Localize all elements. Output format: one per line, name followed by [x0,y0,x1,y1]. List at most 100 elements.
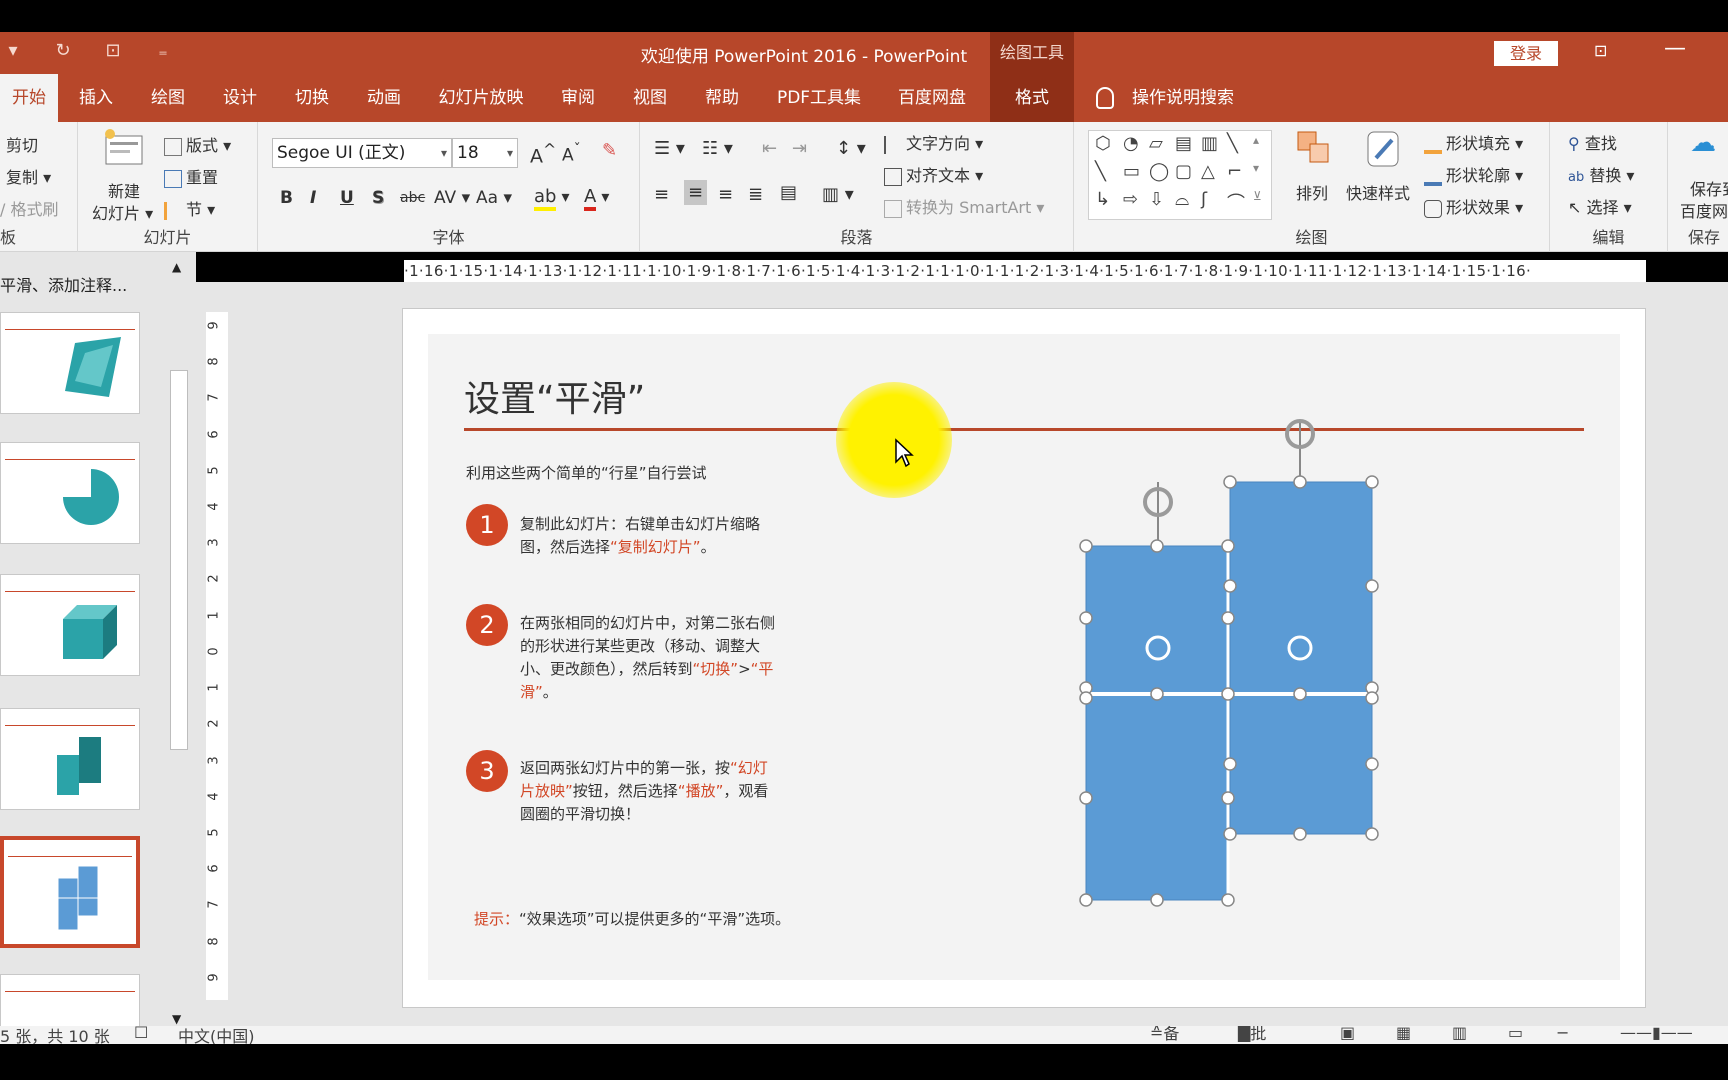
normal-view-icon[interactable]: ▣ [1340,1026,1355,1042]
slide-thumbnail-current[interactable] [0,836,140,948]
italic-button[interactable]: I [310,188,316,208]
change-case-button[interactable]: Aa ▾ [476,188,512,208]
underline-button[interactable]: U [340,188,354,208]
replace-button[interactable]: ab 替换 ▾ [1568,162,1634,186]
highlight-color-button[interactable]: ab ▾ [534,186,570,211]
blue-rectangle-shape[interactable] [1085,693,1229,901]
increase-font-size-button[interactable]: A^ [530,140,556,167]
save-to-baidu-label-2[interactable]: 百度网 [1680,198,1728,222]
convert-smartart-button[interactable]: 转换为 SmartArt ▾ [884,194,1044,218]
slide-sorter-icon[interactable]: ▦ [1396,1026,1411,1042]
text-direction-button[interactable]: 文字方向 ▾ [884,130,983,154]
tab-view[interactable]: 视图 [618,74,682,122]
tab-pdf-tools[interactable]: PDF工具集 [766,74,872,122]
right-arrow-shape-icon[interactable]: ⇨ [1123,189,1138,210]
find-button[interactable]: ⚲ 查找 [1568,130,1617,154]
tab-insert[interactable]: 插入 [64,74,128,122]
tell-me-search[interactable]: 操作说明搜索 [1096,74,1234,122]
shape-effects-button[interactable]: 形状效果 ▾ [1424,194,1523,218]
tab-baidu-netdisk[interactable]: 百度网盘 [884,74,980,122]
align-left-button[interactable]: ≡ [654,184,669,205]
sign-in-button[interactable]: 登录 [1494,41,1558,66]
rounded-rectangle-shape-icon[interactable]: ▢ [1175,161,1192,182]
rotation-handle-icon[interactable] [1143,482,1173,546]
shapes-gallery[interactable]: ⬡ ◔ ▱ ▤ ▥ ╲ ╲ ▭ ◯ ▢ △ ⌐ ↳ ⇨ ⇩ ⌓ ʃ ⌒ ▴ ▾ … [1088,130,1272,220]
layout-button[interactable]: 版式 ▾ [164,132,231,156]
arc-shape-icon[interactable]: ◔ [1123,133,1139,154]
freeform-shape-icon[interactable]: ⌓ [1175,189,1189,210]
ribbon-display-options-icon[interactable]: ⊡ [1594,41,1607,60]
line-spacing-button[interactable]: ↕ ▾ [836,138,866,159]
shadow-button[interactable]: S [372,188,384,208]
tab-home[interactable]: 开始 [0,74,58,122]
tab-design[interactable]: 设计 [208,74,272,122]
distributed-button[interactable]: ▤ [780,182,797,203]
strikethrough-button[interactable]: abc [400,190,425,206]
language-indicator[interactable]: 中文(中国) [178,1026,255,1044]
decrease-indent-button[interactable]: ⇤ [762,138,777,159]
curve-shape-icon[interactable]: ⌒ [1227,189,1245,215]
line-shape-icon[interactable]: ╲ [1227,133,1238,154]
scrollbar-thumb[interactable] [170,370,188,750]
align-text-button[interactable]: 对齐文本 ▾ [884,162,983,186]
thumbnail-scrollbar[interactable]: ▲ ▼ [168,260,190,1026]
bullets-button[interactable]: ☰ ▾ [654,138,685,159]
columns-button[interactable]: ▥ ▾ [822,184,854,205]
tab-animations[interactable]: 动画 [352,74,416,122]
tab-review[interactable]: 审阅 [546,74,610,122]
tab-help[interactable]: 帮助 [690,74,754,122]
reading-view-icon[interactable]: ▥ [1452,1026,1467,1042]
bold-button[interactable]: B [280,188,293,208]
notes-button[interactable]: ≙ 备注 [1150,1026,1179,1043]
section-button[interactable]: 节 ▾ [164,196,215,220]
arrange-icon[interactable] [1294,128,1334,172]
justify-button[interactable]: ≣ [748,184,763,205]
slide-subtitle[interactable]: 利用这些两个简单的“行星”自行尝试 [466,462,707,483]
align-right-button[interactable]: ≡ [718,184,733,205]
section-title[interactable]: 平滑、添加注释... [0,272,127,296]
baidu-cloud-icon[interactable]: ☁ [1690,128,1716,158]
copy-button[interactable]: 复制 ▾ [6,164,51,188]
align-center-button[interactable]: ≡ [684,180,708,205]
tab-format[interactable]: 格式 [990,74,1074,122]
selected-shapes-group[interactable] [1070,416,1380,916]
down-arrow-shape-icon[interactable]: ⇩ [1149,189,1164,210]
slide-tip[interactable]: 提示：“效果选项”可以提供更多的“平滑”选项。 [474,908,790,929]
zoom-slider[interactable]: ——▮—— [1620,1026,1693,1042]
quick-styles-button[interactable]: 快速样式 [1346,180,1410,204]
font-size-dropdown[interactable]: 18 [452,138,518,168]
quick-styles-icon[interactable] [1364,128,1404,176]
format-painter-button[interactable]: / 格式刷 [0,196,59,220]
bent-arrow-shape-icon[interactable]: ↳ [1095,189,1110,210]
rectangle-shape-icon[interactable]: ▭ [1123,161,1140,182]
blue-rectangle-shape[interactable] [1229,693,1373,835]
parallelogram-shape-icon[interactable]: ▱ [1149,133,1163,154]
step-text[interactable]: 在两张相同的幻灯片中，对第二张右侧的形状进行某些更改（移动、调整大小、更改颜色）… [520,612,780,704]
vertical-ruler[interactable]: 9 8 7 6 5 4 3 2 1 0 1 2 3 4 5 6 7 8 9 [206,312,228,1000]
clear-formatting-icon[interactable]: ✎ [602,140,617,161]
shape-fill-button[interactable]: 形状填充 ▾ [1424,130,1523,154]
scroll-up-icon[interactable]: ▲ [172,260,181,274]
blue-rectangle-shape[interactable] [1085,545,1229,695]
slide-thumbnail[interactable] [0,574,140,676]
new-slide-icon[interactable] [102,128,146,172]
minimize-icon[interactable]: — [1664,36,1686,61]
spell-check-icon[interactable]: ☐ [134,1026,148,1042]
zoom-out-icon[interactable]: − [1556,1026,1569,1042]
step-text[interactable]: 返回两张幻灯片中的第一张，按“幻灯片放映”按钮，然后选择“播放”，观看圆圈的平滑… [520,757,780,826]
rotation-handle-icon[interactable] [1285,419,1315,482]
cut-button[interactable]: 剪切 [6,132,38,156]
elbow-connector-shape-icon[interactable]: ⌐ [1227,161,1242,182]
save-to-baidu-label-1[interactable]: 保存到 [1690,176,1728,200]
slide-thumbnail[interactable] [0,708,140,810]
scroll-down-icon[interactable]: ▼ [172,1012,181,1026]
blue-rectangle-shape[interactable] [1229,481,1373,695]
character-spacing-button[interactable]: AV ▾ [434,188,470,208]
numbering-button[interactable]: ☷ ▾ [702,138,733,159]
scribble-shape-icon[interactable]: ʃ [1201,189,1207,210]
slide-count[interactable]: 5 张，共 10 张 [0,1026,110,1044]
slide-title[interactable]: 设置“平滑” [464,370,645,422]
arrow-line-shape-icon[interactable]: ╲ [1095,161,1106,182]
gallery-scroll-up-icon[interactable]: ▴ [1253,133,1259,147]
vertical-textbox-shape-icon[interactable]: ▥ [1201,133,1218,154]
